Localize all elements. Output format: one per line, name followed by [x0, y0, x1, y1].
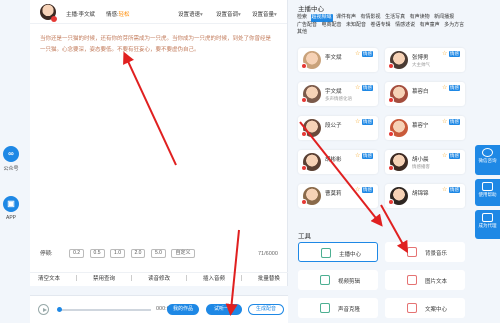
annotation-arrows	[123, 51, 408, 316]
arrow-to-preview	[225, 229, 240, 316]
arrow-to-text	[123, 51, 177, 166]
arrow-to-music	[380, 204, 408, 254]
arrow-to-card	[299, 121, 383, 227]
